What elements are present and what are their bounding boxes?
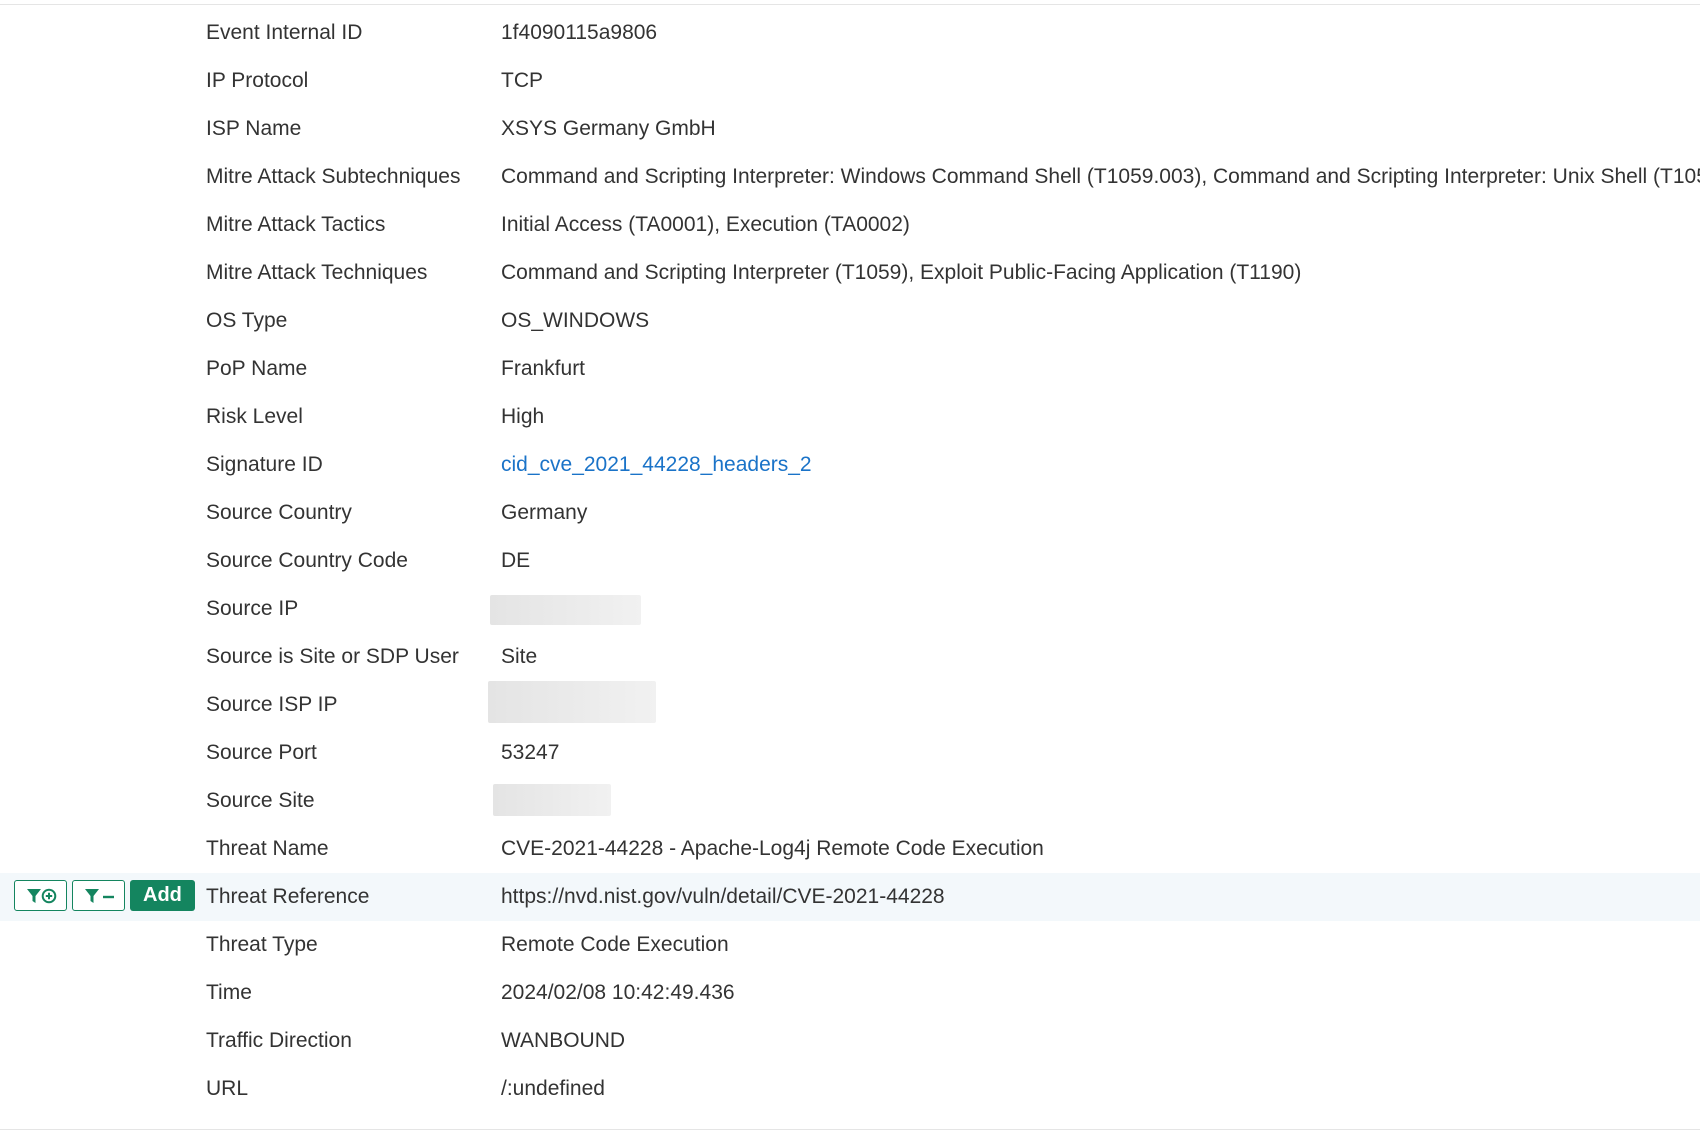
signature-id-link[interactable]: cid_cve_2021_44228_headers_2 — [501, 441, 812, 489]
field-name: OS Type — [206, 309, 288, 332]
add-button[interactable]: Add — [130, 880, 195, 911]
field-value: Command and Scripting Interpreter: Windo… — [501, 165, 1700, 188]
field-value: High — [501, 405, 545, 428]
include-filter-button[interactable] — [14, 880, 67, 911]
event-details-list: Event Internal ID 1f4090115a9806 IP Prot… — [0, 9, 1700, 1113]
filter-minus-icon — [84, 888, 114, 903]
detail-row-os-type[interactable]: OS Type OS_WINDOWS — [0, 297, 1700, 345]
field-name: Traffic Direction — [206, 1029, 352, 1052]
detail-row-signature-id[interactable]: Signature ID cid_cve_2021_44228_headers_… — [0, 441, 1700, 489]
field-value: Remote Code Execution — [501, 933, 729, 956]
detail-row-traffic-direction[interactable]: Traffic Direction WANBOUND — [0, 1017, 1700, 1065]
top-divider — [0, 4, 1700, 5]
field-name: PoP Name — [206, 357, 308, 380]
field-name: Threat Reference — [206, 885, 370, 908]
detail-row-time[interactable]: Time 2024/02/08 10:42:49.436 — [0, 969, 1700, 1017]
detail-row-ip-protocol[interactable]: IP Protocol TCP — [0, 57, 1700, 105]
field-value: 2024/02/08 10:42:49.436 — [501, 981, 735, 1004]
field-name: URL — [206, 1077, 249, 1100]
detail-row-source-ip[interactable]: Source IP — [0, 585, 1700, 633]
row-actions: Add — [14, 880, 195, 913]
detail-row-threat-type[interactable]: Threat Type Remote Code Execution — [0, 921, 1700, 969]
field-value: /:undefined — [501, 1077, 605, 1100]
field-name: Mitre Attack Subtechniques — [206, 165, 461, 188]
field-value: Command and Scripting Interpreter (T1059… — [501, 261, 1302, 284]
detail-row-source-isp-ip[interactable]: Source ISP IP — [0, 681, 1700, 729]
exclude-filter-button[interactable] — [72, 880, 125, 911]
detail-row-isp-name[interactable]: ISP Name XSYS Germany GmbH — [0, 105, 1700, 153]
field-value: Site — [501, 645, 538, 668]
redacted-value — [488, 681, 656, 723]
detail-row-threat-reference[interactable]: Add Threat Reference https://nvd.nist.go… — [0, 873, 1700, 921]
field-value: OS_WINDOWS — [501, 309, 650, 332]
field-name: ISP Name — [206, 117, 302, 140]
detail-row-risk-level[interactable]: Risk Level High — [0, 393, 1700, 441]
detail-row-source-site[interactable]: Source Site — [0, 777, 1700, 825]
field-value: TCP — [501, 69, 543, 92]
field-name: Source Site — [206, 789, 315, 812]
redacted-value — [493, 784, 611, 816]
field-name: Event Internal ID — [206, 21, 363, 44]
field-name: Time — [206, 981, 252, 1004]
detail-row-mitre-attack-techniques[interactable]: Mitre Attack Techniques Command and Scri… — [0, 249, 1700, 297]
field-name: Source is Site or SDP User — [206, 645, 459, 668]
field-name: Source Country Code — [206, 549, 408, 572]
field-name: IP Protocol — [206, 69, 309, 92]
field-value: DE — [501, 549, 531, 572]
field-name: Source Port — [206, 741, 317, 764]
detail-row-source-port[interactable]: Source Port 53247 — [0, 729, 1700, 777]
detail-row-source-country-code[interactable]: Source Country Code DE — [0, 537, 1700, 585]
field-name: Risk Level — [206, 405, 303, 428]
field-value: 1f4090115a9806 — [501, 21, 658, 44]
detail-row-source-is-site-or-sdp-user[interactable]: Source is Site or SDP User Site — [0, 633, 1700, 681]
detail-row-mitre-attack-tactics[interactable]: Mitre Attack Tactics Initial Access (TA0… — [0, 201, 1700, 249]
field-name: Signature ID — [206, 453, 323, 476]
field-value: Frankfurt — [501, 357, 586, 380]
detail-row-threat-name[interactable]: Threat Name CVE-2021-44228 - Apache-Log4… — [0, 825, 1700, 873]
field-name: Threat Name — [206, 837, 329, 860]
field-name: Source ISP IP — [206, 693, 338, 716]
detail-row-event-internal-id[interactable]: Event Internal ID 1f4090115a9806 — [0, 9, 1700, 57]
bottom-divider — [0, 1129, 1700, 1130]
field-value: XSYS Germany GmbH — [501, 117, 716, 140]
detail-row-url[interactable]: URL /:undefined — [0, 1065, 1700, 1113]
field-value: https://nvd.nist.gov/vuln/detail/CVE-202… — [501, 885, 945, 908]
field-value: Initial Access (TA0001), Execution (TA00… — [501, 213, 910, 236]
field-name: Mitre Attack Tactics — [206, 213, 386, 236]
field-name: Source IP — [206, 597, 299, 620]
field-name: Source Country — [206, 501, 352, 524]
detail-row-mitre-attack-subtechniques[interactable]: Mitre Attack Subtechniques Command and S… — [0, 153, 1700, 201]
field-name: Threat Type — [206, 933, 318, 956]
field-value: CVE-2021-44228 - Apache-Log4j Remote Cod… — [501, 837, 1044, 860]
detail-row-pop-name[interactable]: PoP Name Frankfurt — [0, 345, 1700, 393]
detail-row-source-country[interactable]: Source Country Germany — [0, 489, 1700, 537]
field-value: 53247 — [501, 741, 560, 764]
redacted-value — [490, 595, 641, 625]
field-value: WANBOUND — [501, 1029, 626, 1052]
field-value: Germany — [501, 501, 588, 524]
field-name: Mitre Attack Techniques — [206, 261, 428, 284]
filter-plus-icon — [26, 888, 56, 903]
